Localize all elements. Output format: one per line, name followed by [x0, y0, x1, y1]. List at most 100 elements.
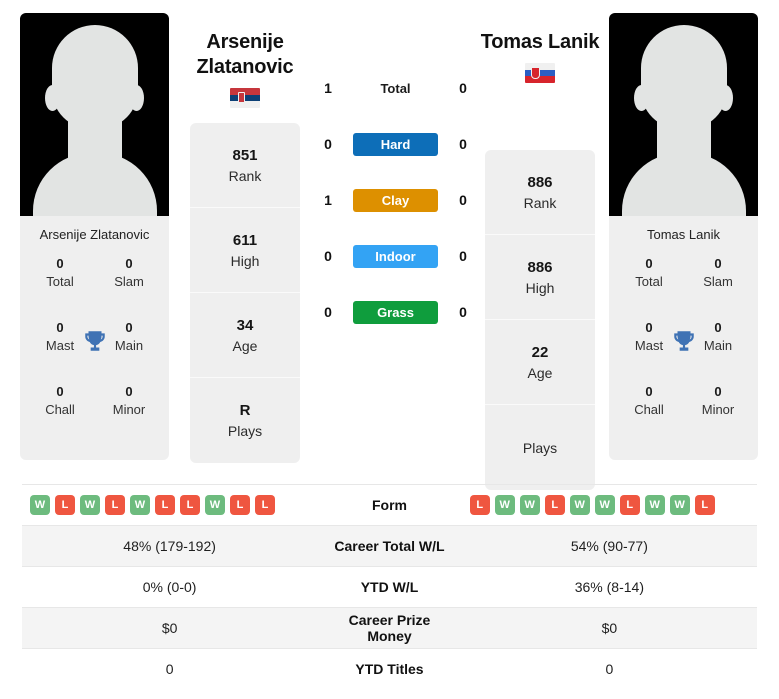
surface-badge-hard[interactable]: Hard: [353, 132, 438, 156]
player-photo-right: [609, 13, 758, 216]
form-badge-loss[interactable]: L: [180, 495, 200, 515]
rank-item-rank: 851 Rank: [190, 123, 300, 208]
titles-minor-value: 0: [714, 383, 722, 399]
titles-row: 0 Chall 0 Minor: [20, 382, 169, 446]
rank-item-plays: R Plays: [190, 378, 300, 463]
form-badge-loss[interactable]: L: [469, 495, 490, 515]
surface-badge-grass[interactable]: Grass: [353, 300, 438, 324]
cell-left-career_prize_money: $0: [22, 607, 318, 649]
titles-main-value: 0: [714, 319, 722, 335]
h2h-left-count: 0: [324, 248, 332, 264]
cell-right-ytd_wl: 36% (8-14): [461, 566, 757, 608]
headline-last-name-left: Zlatanovic: [196, 56, 294, 78]
table-row: 48% (179-192) Career Total W/L 54% (90-77): [22, 525, 757, 567]
form-badge-loss[interactable]: L: [255, 495, 275, 515]
plays-value: R: [239, 402, 251, 419]
surface-badge-clay[interactable]: Clay: [353, 188, 438, 212]
form-badge-loss[interactable]: L: [105, 495, 125, 515]
form-badge-loss[interactable]: L: [55, 495, 75, 515]
titles-minor-label: Minor: [701, 401, 735, 417]
form-badge-win[interactable]: W: [494, 495, 515, 515]
form-badge-win[interactable]: W: [519, 495, 540, 515]
h2h-right-count: 0: [459, 248, 467, 264]
titles-row: 0 Total 0 Slam: [20, 254, 169, 318]
avatar-ear-left: [634, 85, 649, 111]
serbia-flag-icon: [230, 88, 260, 108]
titles-cell-main: 0 Main: [690, 318, 746, 355]
rank-label: Rank: [228, 167, 262, 184]
titles-mast-label: Mast: [634, 337, 664, 353]
player-name-left: Arsenije Zlatanovic: [39, 227, 150, 242]
high-value: 886: [527, 258, 553, 276]
player-name-right: Tomas Lanik: [647, 227, 720, 242]
form-badge-win[interactable]: W: [669, 495, 690, 515]
cell-label-career_prize_money: Career Prize Money: [317, 607, 462, 649]
form-badge-win[interactable]: W: [644, 495, 665, 515]
titles-slam-value: 0: [125, 255, 133, 271]
headline-full-name-right: Tomas Lanik: [480, 31, 600, 53]
h2h-right-count: 0: [459, 80, 467, 96]
avatar-shoulders: [32, 153, 157, 216]
rank-item-rank: 886 Rank: [485, 150, 595, 235]
rank-card-right: 886 Rank 886 High 22 Age Plays: [485, 150, 595, 490]
cell-label-ytd_titles: YTD Titles: [317, 648, 462, 690]
cell-left-form: WLWLWLLWLL: [22, 484, 318, 526]
form-badge-loss[interactable]: L: [694, 495, 715, 515]
titles-chall-label: Chall: [45, 401, 75, 417]
rank-item-age: 34 Age: [190, 293, 300, 378]
titles-grid-right: 0 Total 0 Slam 0 Mast 0 Main 0 Chall 0 M…: [609, 252, 758, 460]
titles-mast-value: 0: [645, 319, 653, 335]
titles-cell-total: 0 Total: [32, 254, 88, 291]
comparison-table: W L W L W L L W L L Form L W W L W W L W W L 48% (179-192) Car…: [22, 484, 757, 690]
rank-item-high: 886 High: [485, 235, 595, 320]
form-badge-win[interactable]: W: [569, 495, 590, 515]
cell-label-form: Form: [317, 484, 462, 526]
form-badge-loss[interactable]: L: [155, 495, 175, 515]
cell-label-ytd_wl: YTD W/L: [317, 566, 462, 608]
cell-right-career_prize_money: $0: [461, 607, 757, 649]
titles-chall-label: Chall: [634, 401, 664, 417]
avatar-ear-right: [718, 85, 733, 111]
h2h-left-count: 1: [324, 192, 332, 208]
h2h-left-count: 0: [324, 136, 332, 152]
table-row: 0 YTD Titles 0: [22, 648, 757, 690]
form-badge-win[interactable]: W: [30, 495, 50, 515]
cell-right-career_total_wl: 54% (90-77): [461, 525, 757, 567]
titles-cell-minor: 0 Minor: [690, 382, 746, 419]
comparison-header-area: Arsenije Zlatanovic 0 Total 0 Slam 0 Mas…: [0, 0, 779, 490]
form-badge-win[interactable]: W: [205, 495, 225, 515]
player-card-right[interactable]: Tomas Lanik 0 Total 0 Slam 0 Mast 0 Main…: [609, 13, 758, 460]
headline-right: Tomas Lanik: [450, 30, 630, 88]
titles-slam-value: 0: [714, 255, 722, 271]
titles-minor-value: 0: [125, 383, 133, 399]
form-badge-win[interactable]: W: [130, 495, 150, 515]
plays-label: Plays: [522, 439, 558, 456]
comparison-table-body: W L W L W L L W L L Form L W W L W W L W W L 48% (179-192) Car…: [22, 484, 757, 690]
head-to-head-column: 1 Total 0 0 Hard 0 1 Clay 0 0 Indoor 0 0 Grass 0: [318, 60, 473, 340]
h2h-right-count: 0: [459, 136, 467, 152]
form-badge-win[interactable]: W: [80, 495, 100, 515]
avatar-ear-left: [45, 85, 60, 111]
h2h-row-indoor: 0 Indoor 0: [318, 228, 473, 284]
avatar-ear-right: [129, 85, 144, 111]
h2h-right-count: 0: [459, 304, 467, 320]
high-label: High: [525, 279, 555, 296]
h2h-left-count: 1: [324, 80, 332, 96]
form-badge-loss[interactable]: L: [619, 495, 640, 515]
rank-label: Rank: [523, 194, 557, 211]
h2h-row-hard: 0 Hard 0: [318, 116, 473, 172]
trophy-icon: [84, 330, 105, 351]
plays-label: Plays: [227, 423, 263, 439]
cell-right-ytd_titles: 0: [461, 648, 757, 690]
titles-main-label: Main: [114, 337, 144, 353]
titles-cell-mast: 0 Mast: [32, 318, 88, 355]
titles-cell-slam: 0 Slam: [101, 254, 157, 291]
player-card-left[interactable]: Arsenije Zlatanovic 0 Total 0 Slam 0 Mas…: [20, 13, 169, 460]
titles-chall-value: 0: [645, 383, 653, 399]
form-badge-loss[interactable]: L: [544, 495, 565, 515]
form-badge-loss[interactable]: L: [230, 495, 250, 515]
cell-left-ytd_wl: 0% (0-0): [22, 566, 318, 608]
h2h-right-count: 0: [459, 192, 467, 208]
surface-badge-indoor[interactable]: Indoor: [353, 244, 438, 268]
form-badge-win[interactable]: W: [594, 495, 615, 515]
